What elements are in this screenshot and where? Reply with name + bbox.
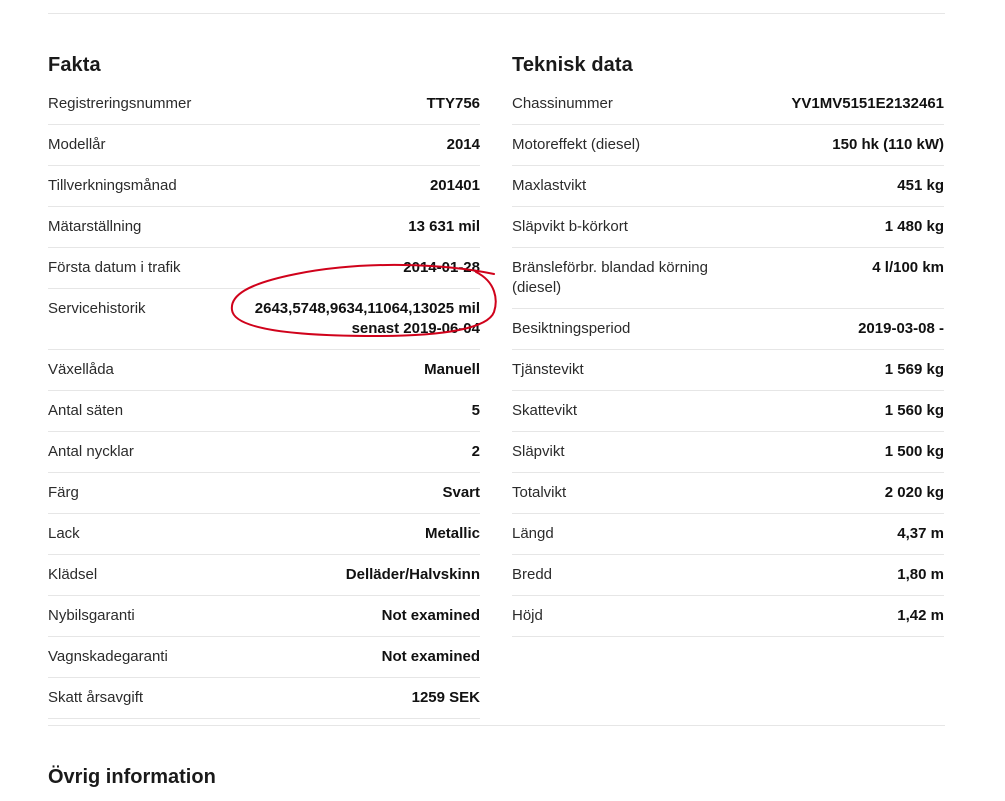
spec-value: Not examined bbox=[381, 607, 480, 624]
spec-label: Bränsleförbr. blandad körning (diesel) bbox=[512, 259, 708, 296]
spec-value: 451 kg bbox=[897, 177, 944, 194]
spec-row-kladsel: Klädsel Delläder/Halvskinn bbox=[48, 555, 480, 596]
spec-row-registreringsnummer: Registreringsnummer TTY756 bbox=[48, 86, 480, 125]
spec-label: Nybilsgaranti bbox=[48, 607, 135, 624]
spec-row-vaxellada: Växellåda Manuell bbox=[48, 350, 480, 391]
spec-label: Modellår bbox=[48, 136, 106, 153]
spec-row-farg: Färg Svart bbox=[48, 473, 480, 514]
spec-row-tillverkningsmanad: Tillverkningsmånad 201401 bbox=[48, 166, 480, 207]
spec-row-maxlastvikt: Maxlastvikt 451 kg bbox=[512, 166, 944, 207]
spec-value: 2019-03-08 - bbox=[858, 320, 944, 337]
spec-label: Växellåda bbox=[48, 361, 114, 378]
spec-value: 1 560 kg bbox=[884, 402, 944, 419]
spec-label: Tillverkningsmånad bbox=[48, 177, 177, 194]
fakta-section: Fakta Registreringsnummer TTY756 Modellå… bbox=[48, 50, 480, 719]
spec-label: Höjd bbox=[512, 607, 543, 624]
spec-row-tjanstevikt: Tjänstevikt 1 569 kg bbox=[512, 350, 944, 391]
spec-value: 2643,5748,9634,11064,13025 mil senast 20… bbox=[254, 300, 480, 337]
spec-value: 150 hk (110 kW) bbox=[832, 136, 944, 153]
spec-label: Besiktningsperiod bbox=[512, 320, 631, 337]
spec-label: Klädsel bbox=[48, 566, 98, 583]
spec-row-lack: Lack Metallic bbox=[48, 514, 480, 555]
spec-row-bransleforbrukning: Bränsleförbr. blandad körning (diesel) 4… bbox=[512, 248, 944, 309]
spec-value: YV1MV5151E2132461 bbox=[791, 95, 944, 112]
spec-row-skatt-arsavgift: Skatt årsavgift 1259 SEK bbox=[48, 678, 480, 719]
spec-value: 2014 bbox=[446, 136, 480, 153]
teknisk-data-section: Teknisk data Chassinummer YV1MV5151E2132… bbox=[512, 50, 944, 637]
spec-value: Metallic bbox=[424, 525, 480, 542]
spec-label: Bredd bbox=[512, 566, 553, 583]
spec-row-bredd: Bredd 1,80 m bbox=[512, 555, 944, 596]
spec-row-chassinummer: Chassinummer YV1MV5151E2132461 bbox=[512, 86, 944, 125]
spec-label: Chassinummer bbox=[512, 95, 613, 112]
spec-row-skattevikt: Skattevikt 1 560 kg bbox=[512, 391, 944, 432]
spec-value: 2 bbox=[471, 443, 480, 460]
spec-label: Antal säten bbox=[48, 402, 124, 419]
spec-label: Längd bbox=[512, 525, 554, 542]
spec-value: TTY756 bbox=[426, 95, 480, 112]
top-divider bbox=[48, 13, 945, 14]
spec-label: Skattevikt bbox=[512, 402, 578, 419]
spec-row-langd: Längd 4,37 m bbox=[512, 514, 944, 555]
spec-label: Registreringsnummer bbox=[48, 95, 192, 112]
spec-value: 1 500 kg bbox=[884, 443, 944, 460]
spec-value: 2014-01-28 bbox=[403, 259, 480, 276]
spec-value: 13 631 mil bbox=[408, 218, 480, 235]
spec-row-antal-saten: Antal säten 5 bbox=[48, 391, 480, 432]
spec-row-hojd: Höjd 1,42 m bbox=[512, 596, 944, 637]
spec-label: Lack bbox=[48, 525, 80, 542]
fakta-title: Fakta bbox=[48, 54, 101, 76]
spec-value: 1,42 m bbox=[897, 607, 944, 624]
spec-label: Släpvikt b-körkort bbox=[512, 218, 628, 235]
spec-label: Mätarställning bbox=[48, 218, 142, 235]
spec-row-matarstallning: Mätarställning 13 631 mil bbox=[48, 207, 480, 248]
spec-row-totalvikt: Totalvikt 2 020 kg bbox=[512, 473, 944, 514]
spec-value: Not examined bbox=[381, 648, 480, 665]
spec-row-slapvikt: Släpvikt 1 500 kg bbox=[512, 432, 944, 473]
spec-label: Motoreffekt (diesel) bbox=[512, 136, 641, 153]
spec-value: 1 569 kg bbox=[884, 361, 944, 378]
spec-label: Tjänstevikt bbox=[512, 361, 584, 378]
spec-value: 201401 bbox=[429, 177, 480, 194]
spec-value: 1,80 m bbox=[897, 566, 944, 583]
spec-value: 1 480 kg bbox=[884, 218, 944, 235]
spec-row-servicehistorik: Servicehistorik 2643,5748,9634,11064,130… bbox=[48, 289, 480, 350]
spec-value: 2 020 kg bbox=[884, 484, 944, 501]
spec-label: Maxlastvikt bbox=[512, 177, 587, 194]
spec-value: Delläder/Halvskinn bbox=[345, 566, 480, 583]
spec-label: Totalvikt bbox=[512, 484, 567, 501]
spec-label: Antal nycklar bbox=[48, 443, 134, 460]
bottom-divider bbox=[48, 725, 945, 726]
spec-row-modellar: Modellår 2014 bbox=[48, 125, 480, 166]
spec-row-motoreffekt: Motoreffekt (diesel) 150 hk (110 kW) bbox=[512, 125, 944, 166]
spec-label: Första datum i trafik bbox=[48, 259, 181, 276]
spec-row-nybilsgaranti: Nybilsgaranti Not examined bbox=[48, 596, 480, 637]
teknisk-data-title: Teknisk data bbox=[512, 54, 633, 76]
spec-row-slapvikt-b-korkort: Släpvikt b-körkort 1 480 kg bbox=[512, 207, 944, 248]
spec-label: Skatt årsavgift bbox=[48, 689, 144, 706]
spec-label: Vagnskadegaranti bbox=[48, 648, 168, 665]
ovrig-information-title: Övrig information bbox=[48, 766, 216, 788]
spec-value: 4 l/100 km bbox=[872, 259, 944, 276]
spec-row-vagnskadegaranti: Vagnskadegaranti Not examined bbox=[48, 637, 480, 678]
spec-label: Släpvikt bbox=[512, 443, 565, 460]
spec-row-besiktningsperiod: Besiktningsperiod 2019-03-08 - bbox=[512, 309, 944, 350]
spec-value: 1259 SEK bbox=[411, 689, 480, 706]
spec-value: 4,37 m bbox=[897, 525, 944, 542]
spec-value: 5 bbox=[471, 402, 480, 419]
spec-label: Färg bbox=[48, 484, 79, 501]
spec-value: Manuell bbox=[424, 361, 480, 378]
spec-row-antal-nycklar: Antal nycklar 2 bbox=[48, 432, 480, 473]
spec-value: Svart bbox=[442, 484, 480, 501]
spec-row-forsta-datum: Första datum i trafik 2014-01-28 bbox=[48, 248, 480, 289]
spec-label: Servicehistorik bbox=[48, 300, 146, 317]
